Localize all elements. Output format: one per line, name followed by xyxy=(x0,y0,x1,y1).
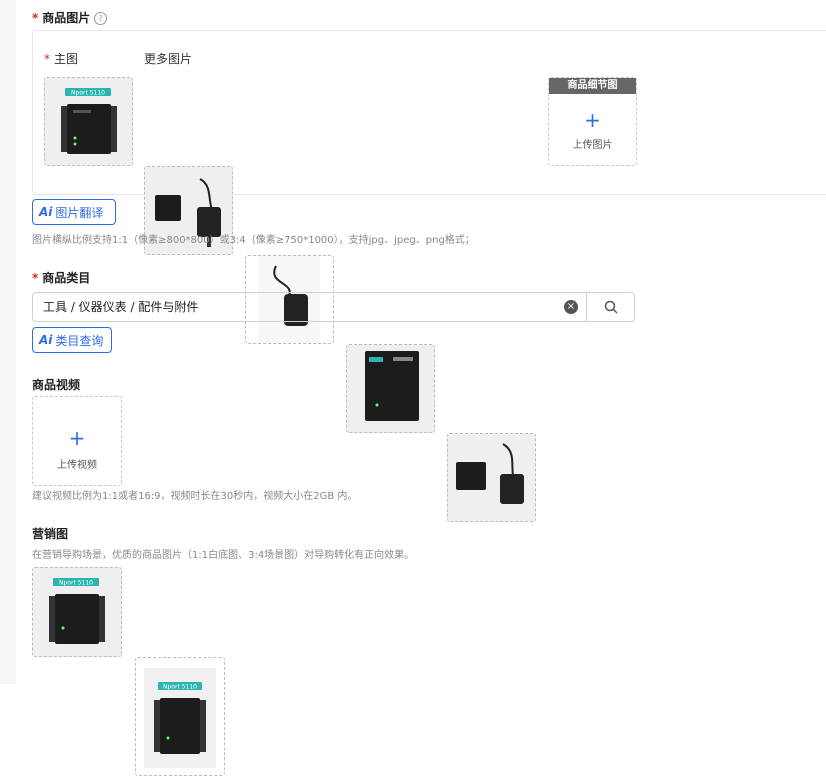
svg-text:Nport 5110: Nport 5110 xyxy=(59,580,93,587)
category-search-button[interactable] xyxy=(586,293,634,321)
video-upload[interactable]: + 上传视频 xyxy=(32,396,122,486)
svg-text:Nport 5110: Nport 5110 xyxy=(163,684,197,691)
left-gutter xyxy=(0,0,16,684)
clear-icon[interactable]: × xyxy=(564,300,578,314)
category-label: * 商品类目 xyxy=(32,271,91,285)
device-photo: Nport 5110 xyxy=(136,658,224,775)
required-asterisk: * xyxy=(32,11,39,25)
video-label: 商品视频 xyxy=(32,378,81,392)
marketing-image-square[interactable]: Nport 5110 xyxy=(32,567,122,657)
category-input[interactable]: 工具 / 仪器仪表 / 配件与附件 × xyxy=(32,292,635,322)
more-image-thumb[interactable] xyxy=(447,433,536,522)
marketing-label: 营销图 xyxy=(32,527,69,541)
search-icon xyxy=(604,300,618,314)
marketing-hint: 在营销导购场景，优质的商品图片（1:1白底图、3:4场景图）对导购转化有正向效果… xyxy=(32,550,415,561)
device-photo: Nport 5110 xyxy=(33,568,121,656)
main-image-label: * 主图 xyxy=(44,52,79,66)
plus-icon: + xyxy=(68,426,86,450)
ai-icon: Ai xyxy=(39,205,53,219)
main-image-thumb[interactable]: Nport 5110 xyxy=(44,77,133,166)
product-images-panel: * 主图 更多图片 Nport 5110 商品细节图 + 上传图片 xyxy=(32,30,826,522)
plus-icon: + xyxy=(584,108,601,132)
image-translate-button[interactable]: Ai 图片翻译 xyxy=(32,199,116,225)
video-hint: 建议视频比例为1:1或者16:9，视频时长在30秒内，视频大小在2GB 内。 xyxy=(32,491,358,502)
more-image-thumb[interactable] xyxy=(346,344,435,433)
more-images-label: 更多图片 xyxy=(144,52,193,66)
device-photo xyxy=(347,345,434,432)
category-lookup-button[interactable]: Ai 类目查询 xyxy=(32,327,112,353)
ai-icon: Ai xyxy=(39,333,53,347)
question-circle-icon[interactable]: ? xyxy=(94,12,108,25)
marketing-image-portrait[interactable]: Nport 5110 xyxy=(135,657,225,776)
product-images-hint: 图片横纵比例支持1:1（像素≥800*800）或3:4（像素≥750*1000）… xyxy=(32,235,475,246)
category-value: 工具 / 仪器仪表 / 配件与附件 xyxy=(43,300,199,314)
product-images-label: * 商品图片? xyxy=(32,9,108,26)
upload-image-label: 上传图片 xyxy=(572,140,613,151)
upload-video-label: 上传视频 xyxy=(57,460,97,471)
svg-text:Nport 5110: Nport 5110 xyxy=(71,90,105,97)
detail-image-upload[interactable]: 商品细节图 + 上传图片 xyxy=(548,77,637,166)
detail-image-header: 商品细节图 xyxy=(549,78,636,94)
device-photo: Nport 5110 xyxy=(45,78,132,165)
device-photo xyxy=(448,434,535,521)
